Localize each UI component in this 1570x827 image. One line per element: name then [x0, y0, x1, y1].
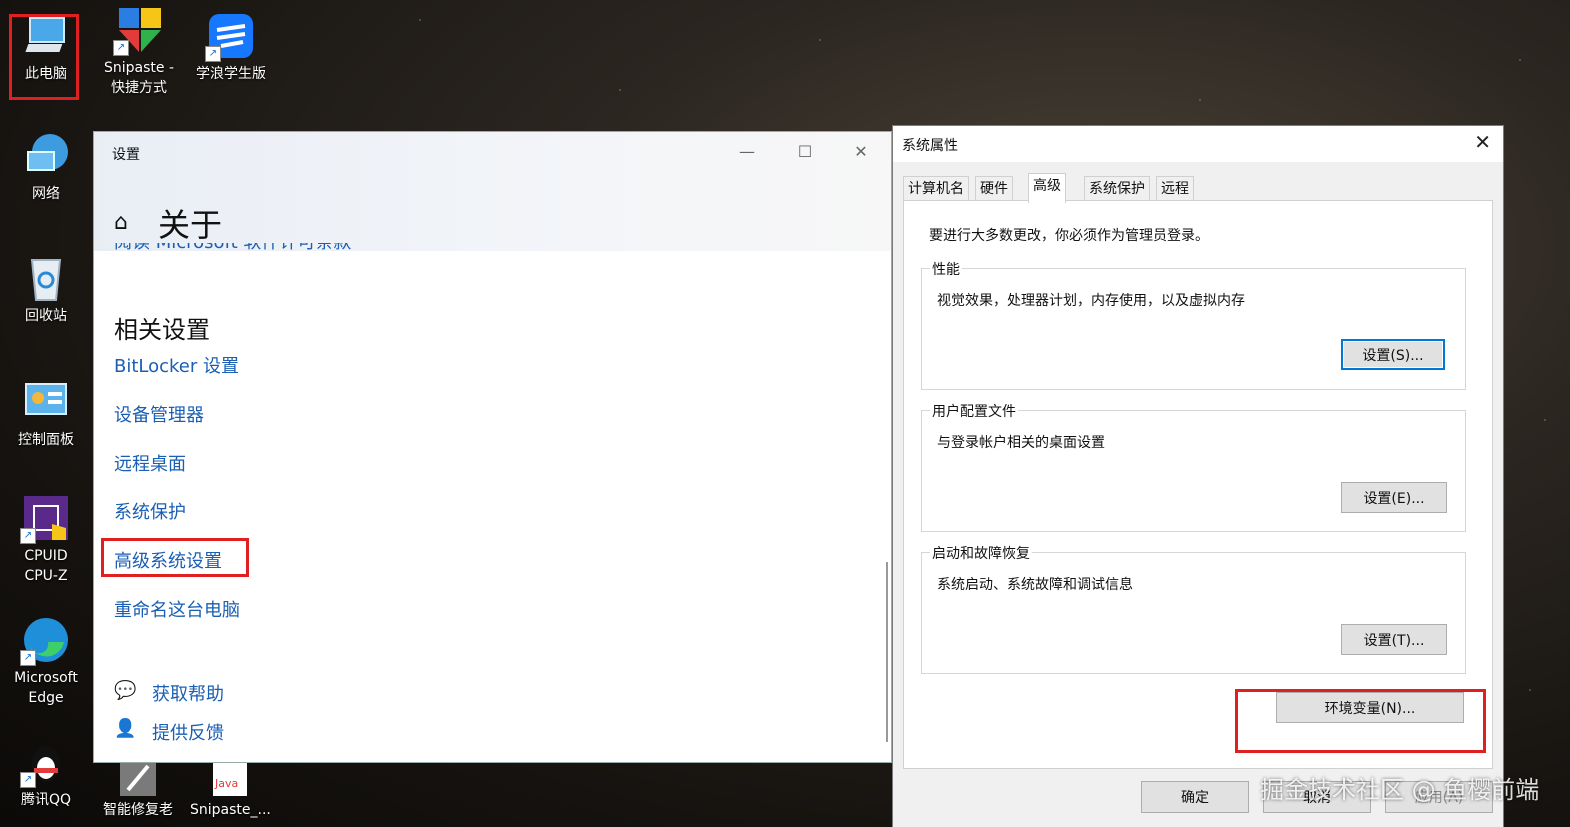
repair-tool-icon: [114, 760, 162, 796]
shortcut-arrow-icon: ↗: [20, 528, 36, 544]
desktop-icon-repair[interactable]: 智能修复老: [98, 760, 178, 820]
performance-settings-button[interactable]: 设置(S)...: [1341, 339, 1445, 370]
related-settings-heading: 相关设置: [114, 316, 210, 344]
desktop-icon-xuelang[interactable]: ↗ 学浪学生版: [191, 12, 271, 84]
remote-desktop-link[interactable]: 远程桌面: [114, 450, 186, 476]
network-globe-icon: [22, 132, 70, 180]
tab-hardware[interactable]: 硬件: [975, 176, 1013, 201]
desktop-icon-label: CPUID CPU-Z: [24, 548, 68, 584]
advanced-tab-panel: 要进行大多数更改，你必须作为管理员登录。 性能 视觉效果，处理器计划，内存使用，…: [903, 200, 1493, 769]
java-file-icon: Java: [213, 760, 247, 796]
desktop-icon-recycle-bin[interactable]: 回收站: [6, 254, 86, 326]
group-description: 与登录帐户相关的桌面设置: [937, 435, 1105, 451]
edge-icon: ↗: [20, 616, 70, 666]
shortcut-arrow-icon: ↗: [113, 40, 129, 56]
dialog-title: 系统属性: [902, 138, 958, 154]
settings-app-title: 设置: [112, 147, 140, 163]
group-description: 系统启动、系统故障和调试信息: [937, 577, 1133, 593]
dialog-close-icon[interactable]: ✕: [1474, 130, 1491, 154]
bitlocker-link[interactable]: BitLocker 设置: [114, 352, 239, 378]
recycle-bin-icon: [22, 254, 70, 302]
advanced-settings-highlight: [101, 538, 249, 577]
watermark: 掘金技术社区 @ 鱼樱前端: [1260, 776, 1540, 804]
feedback-icon: 👤: [114, 718, 137, 739]
page-title: 关于: [158, 206, 223, 244]
home-icon[interactable]: ⌂: [114, 210, 128, 235]
maximize-button[interactable]: ☐: [782, 138, 828, 166]
desktop-icon-edge[interactable]: ↗ Microsoft Edge: [6, 616, 86, 708]
desktop-icon-label: Snipaste_...: [190, 802, 271, 818]
desktop-icon-network[interactable]: 网络: [6, 132, 86, 204]
scrollbar[interactable]: [886, 562, 888, 742]
desktop-icon-label: Microsoft Edge: [14, 670, 78, 706]
desktop-icon-control-panel[interactable]: 控制面板: [6, 378, 86, 450]
control-panel-icon: [22, 378, 70, 426]
desktop-icon-cpuz[interactable]: ↗ CPUID CPU-Z: [6, 494, 86, 586]
env-button-highlight: [1235, 689, 1486, 753]
desktop-icon-label: 腾讯QQ: [20, 792, 72, 808]
shortcut-arrow-icon: ↗: [205, 46, 221, 62]
shortcut-arrow-icon: ↗: [20, 650, 36, 666]
group-label: 启动和故障恢复: [930, 543, 1032, 563]
shortcut-arrow-icon: ↗: [20, 772, 36, 788]
device-manager-link[interactable]: 设备管理器: [114, 401, 204, 427]
user-profiles-settings-button[interactable]: 设置(E)...: [1341, 482, 1447, 513]
desktop-icon-label: 网络: [32, 186, 60, 202]
xuelang-icon: ↗: [205, 12, 255, 62]
desktop-icon-label: Snipaste - 快捷方式: [103, 60, 174, 96]
help-icon: 💬: [114, 680, 137, 701]
desktop-icon-label: 控制面板: [18, 432, 74, 448]
get-help-link[interactable]: 获取帮助: [152, 680, 224, 706]
system-properties-dialog: 系统属性 ✕ 计算机名 硬件 高级 系统保护 远程 要进行大多数更改，你必须作为…: [893, 126, 1503, 827]
group-label: 用户配置文件: [930, 401, 1018, 421]
system-protection-link[interactable]: 系统保护: [114, 498, 186, 524]
ok-button[interactable]: 确定: [1141, 781, 1249, 813]
rename-pc-link[interactable]: 重命名这台电脑: [114, 596, 240, 622]
tab-advanced[interactable]: 高级: [1028, 173, 1066, 203]
java-badge: Java: [215, 777, 239, 790]
desktop-icon-snipaste-file[interactable]: Java Snipaste_...: [190, 760, 271, 820]
snipaste-icon: ↗: [113, 6, 163, 56]
qq-penguin-icon: ↗: [20, 738, 70, 788]
group-label: 性能: [930, 259, 962, 279]
cpuz-icon: ↗: [20, 494, 70, 544]
startup-recovery-settings-button[interactable]: 设置(T)...: [1341, 624, 1447, 655]
desktop-icon-snipaste[interactable]: ↗ Snipaste - 快捷方式: [99, 6, 179, 98]
this-pc-highlight: [9, 14, 79, 100]
startup-recovery-group: 启动和故障恢复 系统启动、系统故障和调试信息 设置(T)...: [921, 543, 1466, 674]
desktop-icon-label: 学浪学生版: [196, 66, 266, 82]
user-profiles-group: 用户配置文件 与登录帐户相关的桌面设置 设置(E)...: [921, 401, 1466, 532]
desktop-icon-qq[interactable]: ↗ 腾讯QQ: [6, 738, 86, 810]
close-button[interactable]: ✕: [838, 138, 884, 166]
group-description: 视觉效果，处理器计划，内存使用，以及虚拟内存: [937, 293, 1245, 309]
tab-system-protection[interactable]: 系统保护: [1084, 176, 1150, 201]
settings-window: 设置 — ☐ ✕ ⌂ 关于 阅读 Microsoft 软件许可条款 相关设置 B…: [94, 132, 891, 762]
dialog-titlebar: [893, 126, 1503, 162]
desktop-icon-label: 回收站: [25, 308, 67, 324]
tab-computer-name[interactable]: 计算机名: [903, 176, 969, 201]
performance-group: 性能 视觉效果，处理器计划，内存使用，以及虚拟内存 设置(S)...: [921, 259, 1466, 390]
tab-remote[interactable]: 远程: [1156, 176, 1194, 201]
desktop-icon-label: 智能修复老: [103, 802, 173, 818]
admin-note: 要进行大多数更改，你必须作为管理员登录。: [929, 228, 1209, 244]
feedback-link[interactable]: 提供反馈: [152, 719, 224, 745]
license-link[interactable]: 阅读 Microsoft 软件许可条款: [114, 243, 351, 257]
minimize-button[interactable]: —: [724, 138, 770, 166]
